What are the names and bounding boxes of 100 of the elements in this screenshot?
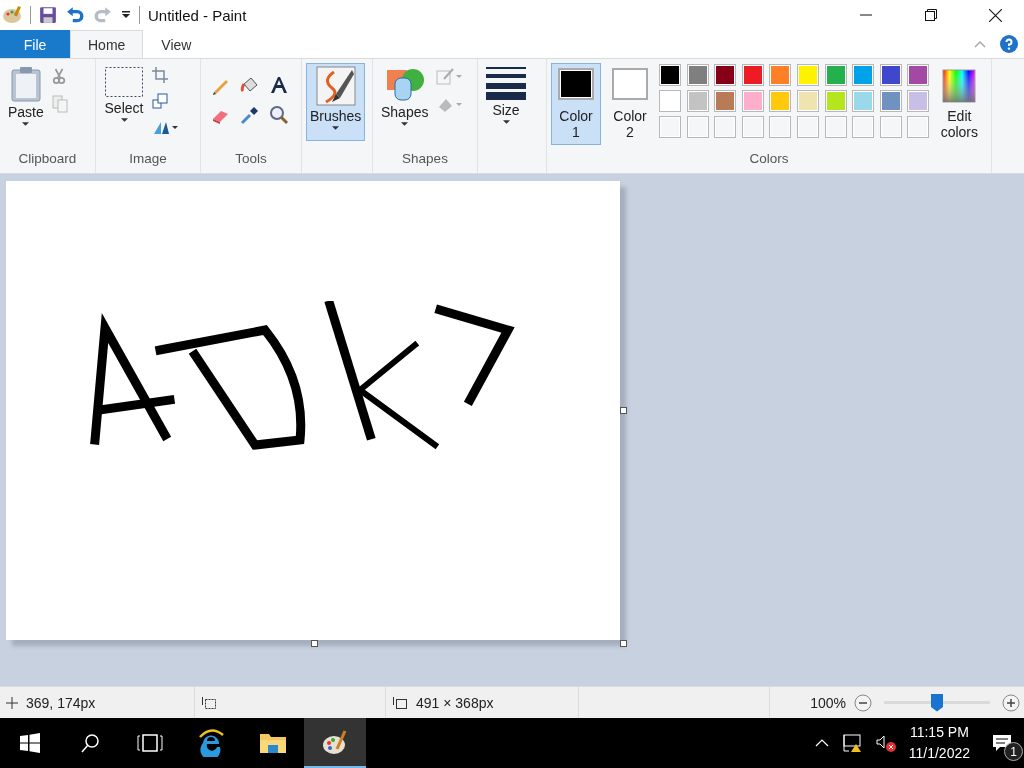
drawing-canvas[interactable]	[6, 181, 620, 640]
clipboard-icon	[9, 66, 42, 102]
pen-brush-icon	[315, 66, 356, 106]
windows-logo-icon	[20, 733, 40, 753]
window-title: Untitled - Paint	[148, 6, 247, 24]
caret-icon	[120, 118, 128, 122]
palette-swatch[interactable]	[796, 64, 819, 86]
paint-palette-icon	[321, 729, 349, 757]
ribbon-tab[interactable]: Home	[70, 30, 144, 58]
undo-icon[interactable]	[65, 6, 85, 24]
palette-swatch[interactable]	[769, 90, 792, 112]
zoom-in-button[interactable]	[1002, 693, 1020, 712]
image-size: 491 × 368px	[416, 694, 494, 711]
search-icon	[80, 733, 100, 753]
palette-swatch[interactable]	[907, 64, 930, 86]
ribbon-tab[interactable]: File	[0, 30, 70, 58]
caret-icon	[22, 122, 30, 126]
empty-swatch[interactable]	[796, 116, 819, 138]
crop-icon[interactable]	[152, 67, 168, 83]
palette-swatch[interactable]	[852, 90, 875, 112]
restore-icon	[924, 9, 937, 21]
caret-icon	[502, 120, 510, 124]
empty-swatch[interactable]	[824, 116, 847, 138]
empty-swatch[interactable]	[741, 116, 764, 138]
zoom-level: 100%	[810, 694, 846, 711]
slider-thumb[interactable]	[931, 693, 943, 712]
volume-muted-icon[interactable]	[874, 733, 897, 753]
palette-swatch[interactable]	[824, 90, 847, 112]
help-icon[interactable]	[1000, 35, 1018, 53]
text-icon[interactable]	[269, 75, 289, 95]
plus-icon	[1002, 693, 1020, 712]
clock-time[interactable]: 11:15 PM	[909, 722, 969, 743]
brushes-button[interactable]: Brushes	[306, 63, 366, 141]
palette-swatch[interactable]	[714, 90, 737, 112]
save-icon[interactable]	[39, 6, 57, 24]
color-picker-icon[interactable]	[240, 105, 260, 125]
folder-icon	[259, 731, 287, 755]
magnifier-icon[interactable]	[269, 105, 289, 125]
group-label: Shapes	[401, 151, 449, 168]
cursor-position-icon	[6, 696, 18, 709]
group-label: Tools	[234, 151, 268, 168]
paint-app-button[interactable]	[304, 718, 366, 768]
resize-icon[interactable]	[152, 93, 168, 109]
palette-swatch[interactable]	[879, 90, 902, 112]
shapes-icon	[384, 66, 425, 102]
empty-swatch[interactable]	[769, 116, 792, 138]
task-view-icon	[137, 733, 163, 753]
size-button[interactable]: Size	[482, 63, 530, 128]
palette-swatch[interactable]	[659, 64, 681, 86]
cut-icon[interactable]	[51, 67, 66, 85]
outline-dropdown-icon[interactable]	[436, 67, 463, 85]
empty-swatch[interactable]	[907, 116, 930, 138]
ribbon-tab[interactable]: View	[143, 30, 210, 58]
select-button[interactable]: Select	[100, 63, 148, 126]
image-size-icon	[392, 695, 408, 710]
palette-swatch[interactable]	[769, 64, 792, 86]
notifications-button[interactable]: 1	[980, 718, 1024, 768]
color-button[interactable]: Color 1	[551, 63, 601, 145]
customize-dropdown-icon[interactable]	[121, 10, 131, 20]
group-label: Colors	[748, 151, 790, 168]
palette-swatch[interactable]	[907, 90, 930, 112]
clock-date[interactable]: 11/1/2022	[908, 743, 970, 764]
caret-icon	[332, 126, 340, 130]
paste-button[interactable]: Paste	[4, 63, 48, 130]
empty-swatch[interactable]	[879, 116, 902, 138]
browser-e-icon	[197, 729, 225, 757]
selection-size-icon	[201, 695, 217, 710]
notification-badge: 1	[1004, 742, 1023, 761]
palette-swatch[interactable]	[741, 64, 764, 86]
resize-handle[interactable]	[311, 640, 318, 647]
palette-swatch[interactable]	[824, 64, 847, 86]
empty-swatch[interactable]	[852, 116, 875, 138]
palette-swatch[interactable]	[659, 90, 681, 112]
empty-swatch[interactable]	[714, 116, 737, 138]
cursor-position: 369, 174px	[26, 694, 96, 711]
resize-handle[interactable]	[620, 407, 627, 414]
network-warning-icon[interactable]	[840, 733, 863, 753]
empty-swatch[interactable]	[686, 116, 709, 138]
empty-swatch[interactable]	[659, 116, 681, 138]
paint-palette-icon[interactable]	[2, 5, 22, 25]
palette-swatch[interactable]	[879, 64, 902, 86]
edit-colors-button[interactable]: Edit colors	[933, 63, 986, 144]
palette-swatch[interactable]	[852, 64, 875, 86]
color-spectrum-icon	[942, 69, 977, 103]
palette-swatch[interactable]	[796, 90, 819, 112]
color-button[interactable]: Color 2	[605, 63, 655, 145]
collapse-ribbon-icon[interactable]	[974, 40, 986, 48]
selection-rectangle-icon	[104, 66, 144, 98]
palette-swatch[interactable]	[686, 90, 709, 112]
close-icon	[989, 8, 1002, 22]
group-label: Image	[128, 151, 168, 168]
line-widths-icon	[486, 66, 526, 100]
show-hidden-icons-icon[interactable]	[814, 739, 829, 747]
group-label: Clipboard	[17, 151, 78, 168]
palette-swatch[interactable]	[741, 90, 764, 112]
palette-swatch[interactable]	[714, 64, 737, 86]
palette-swatch[interactable]	[686, 64, 709, 86]
shapes-button[interactable]: Shapes	[377, 63, 433, 130]
zoom-out-button[interactable]	[854, 693, 872, 712]
resize-handle[interactable]	[620, 640, 627, 647]
